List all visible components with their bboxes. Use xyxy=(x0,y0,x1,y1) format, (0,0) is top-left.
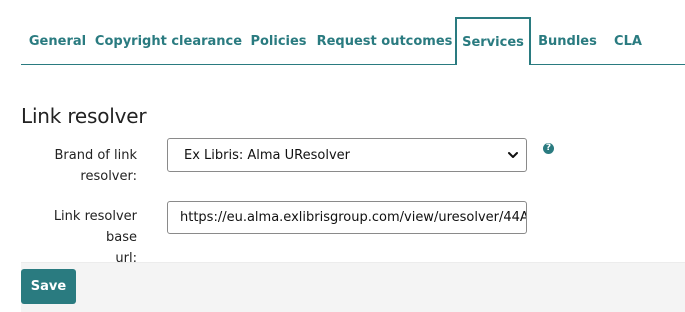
tab-bundles[interactable]: Bundles xyxy=(531,18,604,65)
section-title: Link resolver xyxy=(21,104,147,128)
chevron-down-icon xyxy=(508,152,518,158)
base-url-label: Link resolver base url: xyxy=(20,206,137,269)
brand-label-line1: Brand of link xyxy=(54,148,137,163)
tab-bar: General Copyright clearance Policies Req… xyxy=(21,0,685,65)
base-url-label-line1: Link resolver base xyxy=(53,209,137,245)
base-url-value: https://eu.alma.exlibrisgroup.com/view/u… xyxy=(180,210,527,225)
tab-cla[interactable]: CLA xyxy=(604,18,652,65)
tab-general[interactable]: General xyxy=(21,18,94,65)
form-footer: Save xyxy=(21,262,685,312)
base-url-input[interactable]: https://eu.alma.exlibrisgroup.com/view/u… xyxy=(167,201,527,234)
save-button[interactable]: Save xyxy=(21,269,76,304)
brand-select[interactable]: Ex Libris: Alma UResolver xyxy=(167,138,527,172)
brand-label-line2: resolver: xyxy=(80,169,137,184)
tab-request-outcomes[interactable]: Request outcomes xyxy=(314,18,455,65)
tab-copyright-clearance[interactable]: Copyright clearance xyxy=(94,18,243,65)
tab-policies[interactable]: Policies xyxy=(243,18,314,65)
tab-services[interactable]: Services xyxy=(455,17,531,65)
help-circle-icon[interactable]: ? xyxy=(543,143,554,154)
brand-label: Brand of link resolver: xyxy=(20,145,137,187)
brand-select-value: Ex Libris: Alma UResolver xyxy=(184,147,350,163)
